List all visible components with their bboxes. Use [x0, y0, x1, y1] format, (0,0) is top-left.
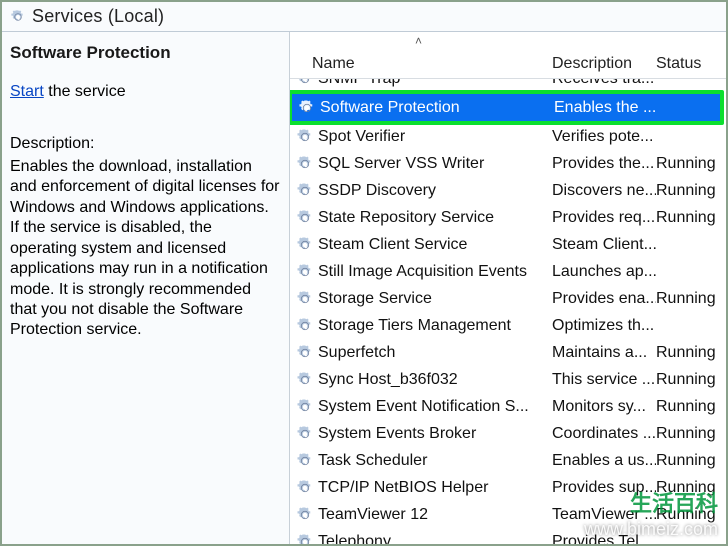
col-status[interactable]: Status: [656, 55, 726, 73]
service-row[interactable]: Storage ServiceProvides ena...Running: [290, 285, 726, 312]
service-name: SQL Server VSS Writer: [318, 155, 552, 173]
details-pane: Software Protection Start the service De…: [2, 32, 290, 544]
gear-icon: [296, 128, 314, 146]
service-desc: Coordinates ...: [552, 425, 656, 443]
service-name: System Event Notification S...: [318, 398, 552, 416]
gear-icon: [296, 263, 314, 281]
service-desc: Provides Tel...: [552, 533, 656, 545]
service-row[interactable]: Still Image Acquisition EventsLaunches a…: [290, 258, 726, 285]
gear-icon: [296, 452, 314, 470]
sort-indicator-icon: ˄: [415, 34, 422, 48]
service-desc: Provides the...: [552, 155, 656, 173]
service-row[interactable]: SQL Server VSS WriterProvides the...Runn…: [290, 150, 726, 177]
service-status: Running: [656, 371, 726, 389]
selected-service-name: Software Protection: [10, 42, 281, 64]
service-name: TCP/IP NetBIOS Helper: [318, 479, 552, 497]
service-row[interactable]: Software ProtectionEnables the ...: [292, 94, 720, 121]
service-name: Superfetch: [318, 344, 552, 362]
service-name: SSDP Discovery: [318, 182, 552, 200]
service-name: Task Scheduler: [318, 452, 552, 470]
service-status: Running: [656, 506, 726, 524]
gear-icon: [296, 371, 314, 389]
description-body: Enables the download, installation and e…: [10, 157, 281, 341]
service-desc: Provides sup...: [552, 479, 656, 497]
service-desc: Enables a us...: [552, 452, 656, 470]
service-desc: Verifies pote...: [552, 128, 656, 146]
service-name: Telephony: [318, 533, 552, 545]
gear-icon: [296, 479, 314, 497]
service-desc: TeamViewer ...: [552, 506, 656, 524]
services-list: ˄ Name Description Status SNMP TrapRecei…: [290, 32, 726, 544]
service-name: Spot Verifier: [318, 128, 552, 146]
start-service-rest: the service: [44, 83, 126, 100]
gear-icon: [296, 182, 314, 200]
service-status: Running: [656, 209, 726, 227]
gear-icon: [296, 425, 314, 443]
service-desc: Monitors sy...: [552, 398, 656, 416]
service-name: TeamViewer 12: [318, 506, 552, 524]
service-row[interactable]: Storage Tiers ManagementOptimizes th...: [290, 312, 726, 339]
service-row[interactable]: TeamViewer 12TeamViewer ...Running: [290, 501, 726, 528]
service-row[interactable]: SuperfetchMaintains a...Running: [290, 339, 726, 366]
column-headers: Name Description Status: [290, 50, 726, 79]
service-row[interactable]: TCP/IP NetBIOS HelperProvides sup...Runn…: [290, 474, 726, 501]
service-status: Running: [656, 155, 726, 173]
service-row[interactable]: System Event Notification S...Monitors s…: [290, 393, 726, 420]
gear-icon: [296, 506, 314, 524]
service-row[interactable]: SSDP DiscoveryDiscovers ne...Running: [290, 177, 726, 204]
service-name: Steam Client Service: [318, 236, 552, 254]
service-status: Running: [656, 479, 726, 497]
service-status: Running: [656, 182, 726, 200]
service-row[interactable]: TelephonyProvides Tel...: [290, 528, 726, 544]
service-desc: Receives tra...: [552, 79, 656, 88]
gear-icon: [296, 79, 314, 88]
service-name: Still Image Acquisition Events: [318, 263, 552, 281]
gear-icon: [298, 99, 316, 117]
gear-icon: [296, 209, 314, 227]
gear-icon: [296, 398, 314, 416]
gear-icon: [296, 155, 314, 173]
section-header: Services (Local): [2, 2, 726, 32]
service-desc: Discovers ne...: [552, 182, 656, 200]
service-row[interactable]: Steam Client ServiceSteam Client...: [290, 231, 726, 258]
service-desc: This service ...: [552, 371, 656, 389]
service-name: SNMP Trap: [318, 79, 552, 88]
gear-icon: [296, 533, 314, 545]
service-status: Running: [656, 344, 726, 362]
service-row[interactable]: Task SchedulerEnables a us...Running: [290, 447, 726, 474]
gear-icon: [296, 290, 314, 308]
service-row[interactable]: Spot VerifierVerifies pote...: [290, 123, 726, 150]
col-desc[interactable]: Description: [552, 55, 656, 73]
service-status: Running: [656, 452, 726, 470]
selected-row-highlight: Software ProtectionEnables the ...: [290, 90, 724, 125]
section-title: Services (Local): [32, 6, 164, 27]
start-service-line: Start the service: [10, 82, 281, 102]
gear-icon: [10, 9, 26, 25]
service-name: Software Protection: [320, 99, 554, 117]
service-row[interactable]: Sync Host_b36f032This service ...Running: [290, 366, 726, 393]
service-desc: Enables the ...: [554, 99, 658, 117]
service-name: Storage Tiers Management: [318, 317, 552, 335]
service-name: System Events Broker: [318, 425, 552, 443]
service-status: Running: [656, 425, 726, 443]
service-row[interactable]: State Repository ServiceProvides req...R…: [290, 204, 726, 231]
gear-icon: [296, 317, 314, 335]
service-desc: Optimizes th...: [552, 317, 656, 335]
service-desc: Maintains a...: [552, 344, 656, 362]
service-status: Running: [656, 290, 726, 308]
service-desc: Launches ap...: [552, 263, 656, 281]
service-status: Running: [656, 398, 726, 416]
service-row[interactable]: System Events BrokerCoordinates ...Runni…: [290, 420, 726, 447]
service-desc: Provides req...: [552, 209, 656, 227]
description-label: Description:: [10, 134, 281, 154]
service-name: State Repository Service: [318, 209, 552, 227]
service-desc: Steam Client...: [552, 236, 656, 254]
gear-icon: [296, 344, 314, 362]
service-name: Sync Host_b36f032: [318, 371, 552, 389]
col-name[interactable]: Name: [290, 55, 552, 73]
service-name: Storage Service: [318, 290, 552, 308]
service-desc: Provides ena...: [552, 290, 656, 308]
start-service-link[interactable]: Start: [10, 83, 44, 100]
gear-icon: [296, 236, 314, 254]
